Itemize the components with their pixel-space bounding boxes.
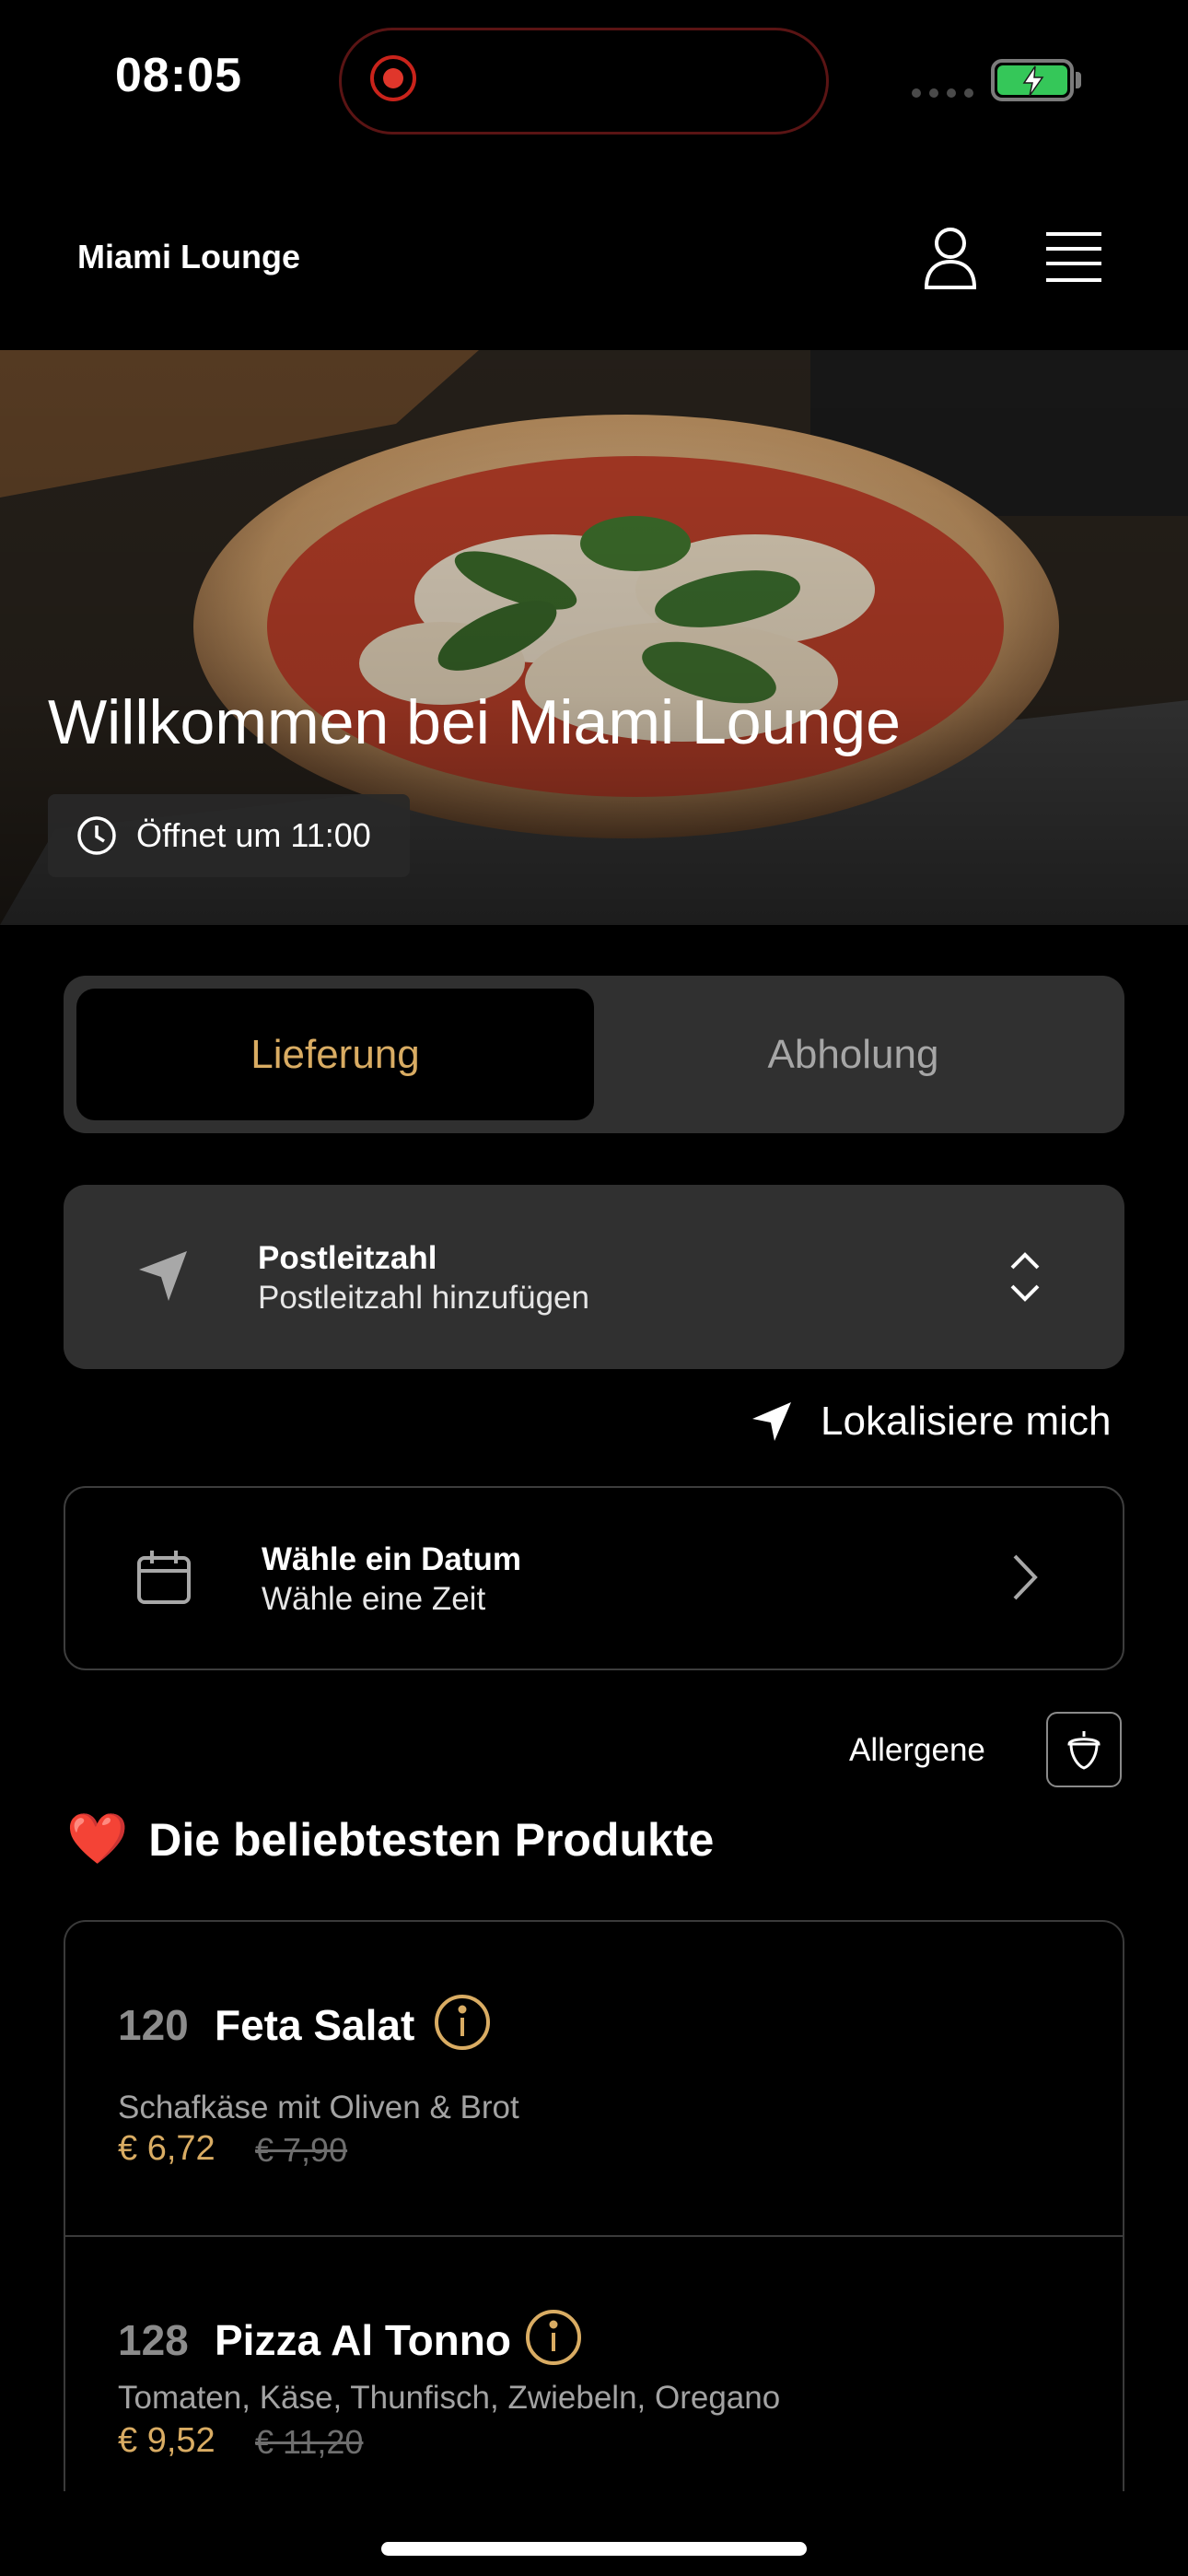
status-time: 08:05 — [115, 49, 242, 102]
allergens-filter-button[interactable] — [1046, 1712, 1122, 1787]
acorn-icon — [1067, 1731, 1101, 1770]
product-number: 128 — [118, 2316, 189, 2364]
clock-icon — [77, 816, 116, 855]
product-old-price: € 11,20 — [255, 2423, 364, 2461]
heart-icon: ❤️ — [66, 1811, 129, 1867]
tab-pickup[interactable]: Abholung — [595, 989, 1112, 1120]
location-arrow-icon — [139, 1251, 187, 1301]
signal-icon — [912, 88, 973, 98]
product-list: 120 Feta Salat Schafkäse mit Oliven & Br… — [64, 1920, 1124, 2491]
product-name: Feta Salat — [215, 2001, 415, 2049]
postal-code-label: Postleitzahl — [258, 1240, 437, 1276]
product-number: 120 — [118, 2001, 189, 2049]
battery-tip — [1076, 72, 1081, 88]
product-description: Tomaten, Käse, Thunfisch, Zwiebeln, Oreg… — [118, 2380, 781, 2416]
date-time-selector[interactable]: Wähle ein Datum Wähle eine Zeit — [64, 1486, 1124, 1670]
locate-me-button[interactable]: Lokalisiere mich — [751, 1399, 1111, 1445]
date-label: Wähle ein Datum — [262, 1541, 521, 1577]
product-name: Pizza Al Tonno — [215, 2316, 511, 2364]
info-icon[interactable] — [525, 2309, 582, 2366]
popular-products-title: Die beliebtesten Produkte — [148, 1813, 715, 1866]
calendar-icon — [137, 1551, 191, 1604]
time-label: Wähle eine Zeit — [262, 1581, 486, 1617]
allergens-label: Allergene — [849, 1732, 985, 1768]
chevron-up-down-icon — [1010, 1252, 1040, 1302]
recording-icon — [370, 55, 416, 101]
tab-delivery[interactable]: Lieferung — [76, 989, 594, 1120]
opening-hours-text: Öffnet um 11:00 — [136, 816, 371, 854]
opening-hours-badge: Öffnet um 11:00 — [48, 794, 410, 877]
product-price: € 6,72 — [118, 2129, 215, 2168]
postal-code-selector[interactable]: Postleitzahl Postleitzahl hinzufügen — [64, 1185, 1124, 1369]
popular-products-heading: ❤️ Die beliebtesten Produkte — [66, 1810, 714, 1868]
brand-title[interactable]: Miami Lounge — [77, 238, 300, 276]
location-arrow-icon — [752, 1402, 791, 1441]
home-indicator[interactable] — [381, 2542, 807, 2556]
product-item[interactable]: 128 Pizza Al Tonno Tomaten, Käse, Thunfi… — [65, 2237, 1123, 2491]
menu-icon[interactable] — [1044, 230, 1103, 284]
product-description: Schafkäse mit Oliven & Brot — [118, 2090, 519, 2125]
battery-icon — [991, 59, 1074, 101]
product-item[interactable]: 120 Feta Salat Schafkäse mit Oliven & Br… — [65, 1922, 1123, 2235]
locate-me-label: Lokalisiere mich — [821, 1399, 1112, 1444]
postal-code-placeholder: Postleitzahl hinzufügen — [258, 1280, 589, 1316]
info-icon[interactable] — [434, 1994, 491, 2051]
chevron-right-icon — [1013, 1554, 1038, 1600]
welcome-title: Willkommen bei Miami Lounge — [48, 687, 901, 757]
product-old-price: € 7,90 — [255, 2131, 348, 2169]
user-profile-icon[interactable] — [921, 225, 980, 291]
product-price: € 9,52 — [118, 2421, 215, 2460]
